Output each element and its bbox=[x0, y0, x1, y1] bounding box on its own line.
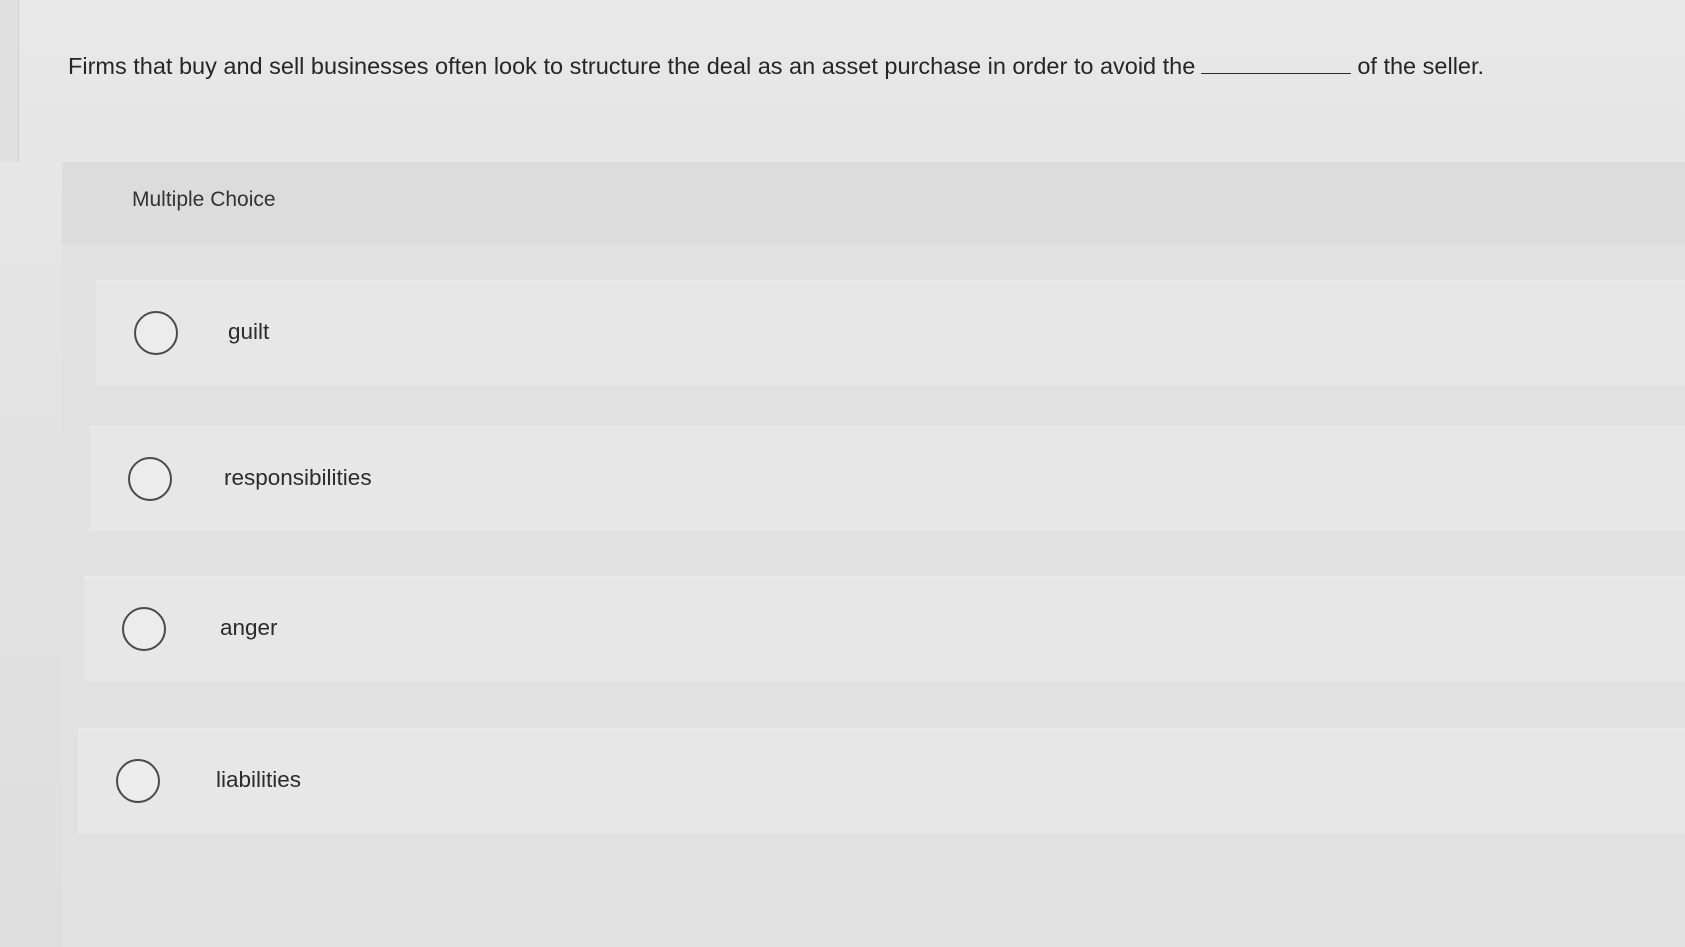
sidebar-edge bbox=[0, 0, 19, 162]
option-guilt[interactable]: guilt bbox=[96, 280, 1685, 385]
question-prompt: Firms that buy and sell businesses often… bbox=[68, 48, 1668, 84]
question-text-before: Firms that buy and sell businesses often… bbox=[68, 53, 1196, 79]
option-liabilities[interactable]: liabilities bbox=[78, 728, 1685, 833]
radio-button[interactable] bbox=[134, 311, 178, 355]
radio-button[interactable] bbox=[128, 457, 172, 501]
radio-button[interactable] bbox=[122, 607, 166, 651]
option-label: anger bbox=[220, 615, 278, 640]
option-anger[interactable]: anger bbox=[84, 576, 1685, 681]
multiple-choice-header: Multiple Choice bbox=[62, 162, 1685, 244]
radio-button[interactable] bbox=[116, 759, 160, 803]
option-label: guilt bbox=[228, 319, 270, 344]
option-responsibilities[interactable]: responsibilities bbox=[90, 426, 1685, 531]
quiz-page: Firms that buy and sell businesses often… bbox=[0, 0, 1685, 947]
multiple-choice-panel: Multiple Choice guilt responsibilities a… bbox=[62, 162, 1685, 947]
option-label: responsibilities bbox=[224, 465, 372, 490]
answer-blank bbox=[1201, 51, 1352, 74]
option-label: liabilities bbox=[216, 767, 302, 792]
multiple-choice-title: Multiple Choice bbox=[132, 188, 276, 211]
question-text-after: of the seller. bbox=[1357, 53, 1485, 79]
